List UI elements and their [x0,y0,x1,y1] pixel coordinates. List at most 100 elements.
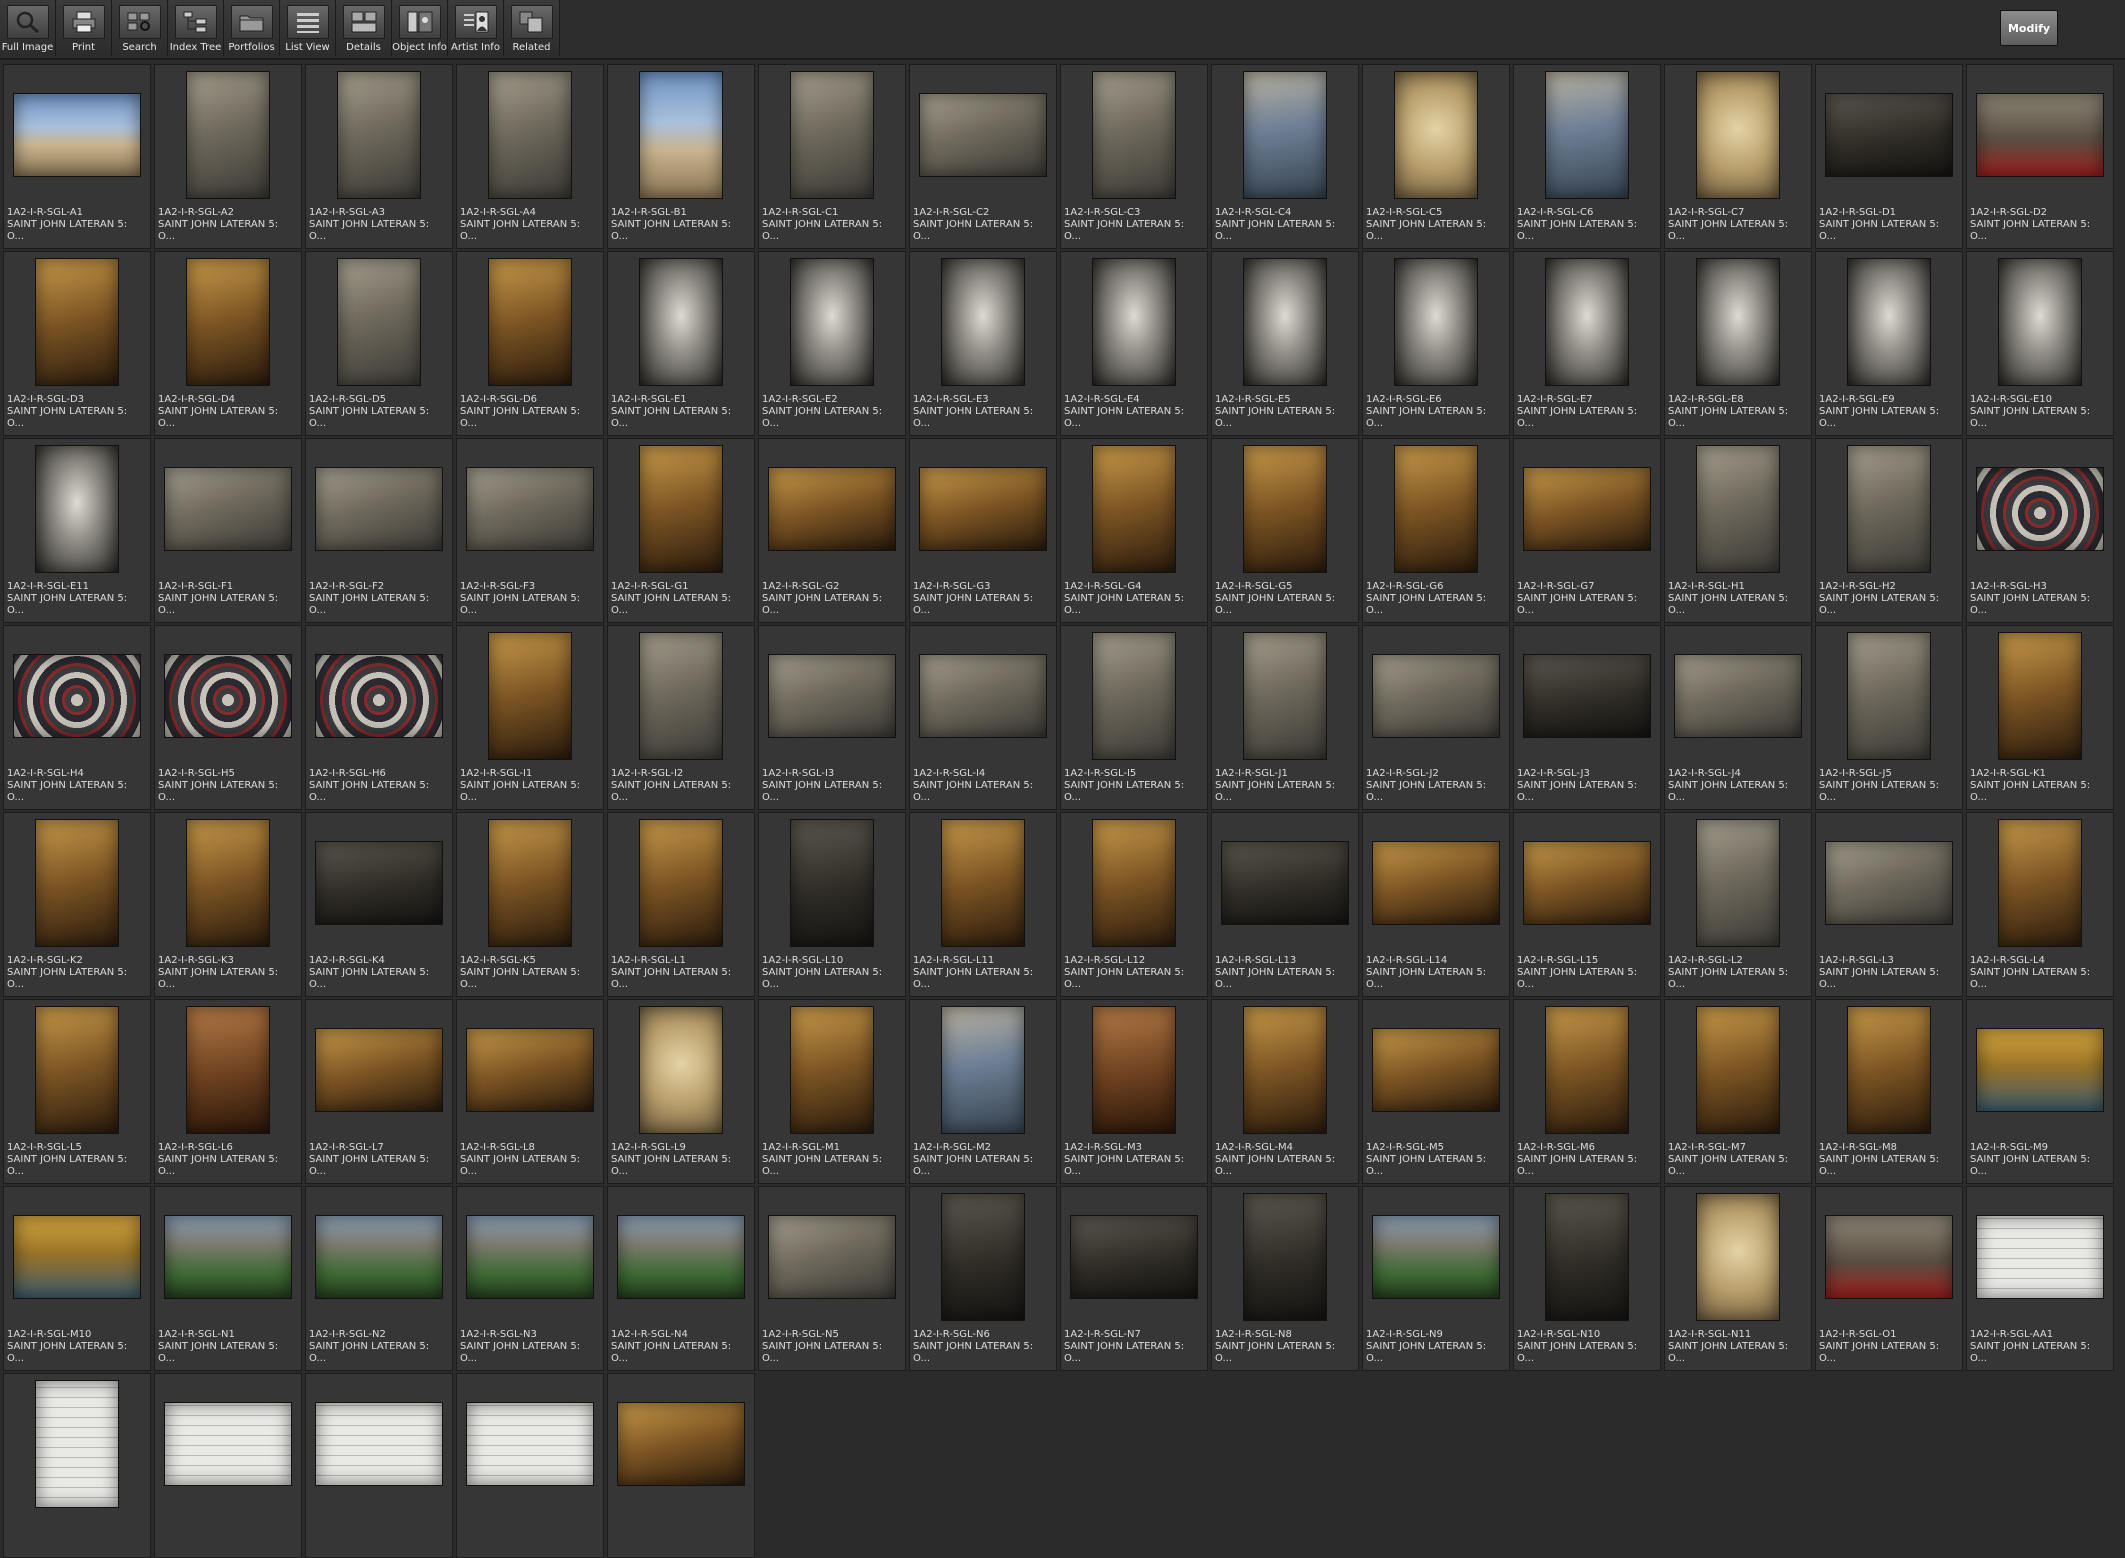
thumbnail-image[interactable] [1674,654,1802,738]
thumbnail-cell[interactable]: 1A2-I-R-SGL-E5 SAINT JOHN LATERAN 5: O... [1211,251,1359,436]
thumbnail-image[interactable] [164,654,292,738]
thumbnail-image[interactable] [1243,445,1327,573]
thumbnail-image[interactable] [315,841,443,925]
thumbnail-image[interactable] [1372,841,1500,925]
thumbnail-cell[interactable] [456,1373,604,1558]
thumbnail-cell[interactable]: 1A2-I-R-SGL-I2 SAINT JOHN LATERAN 5: O... [607,625,755,810]
thumbnail-cell[interactable]: 1A2-I-R-SGL-H3 SAINT JOHN LATERAN 5: O... [1966,438,2114,623]
thumbnail-cell[interactable]: 1A2-I-R-SGL-C1 SAINT JOHN LATERAN 5: O... [758,64,906,249]
thumbnail-cell[interactable]: 1A2-I-R-SGL-A4 SAINT JOHN LATERAN 5: O... [456,64,604,249]
thumbnail-cell[interactable]: 1A2-I-R-SGL-N6 SAINT JOHN LATERAN 5: O... [909,1186,1057,1371]
thumbnail-cell[interactable]: 1A2-I-R-SGL-E3 SAINT JOHN LATERAN 5: O... [909,251,1057,436]
thumbnail-image[interactable] [790,1006,874,1134]
thumbnail-image[interactable] [315,467,443,551]
thumbnail-cell[interactable]: 1A2-I-R-SGL-L7 SAINT JOHN LATERAN 5: O... [305,999,453,1184]
thumbnail-image[interactable] [1092,445,1176,573]
thumbnail-cell[interactable]: 1A2-I-R-SGL-M8 SAINT JOHN LATERAN 5: O... [1815,999,1963,1184]
thumbnail-cell[interactable]: 1A2-I-R-SGL-D1 SAINT JOHN LATERAN 5: O... [1815,64,1963,249]
thumbnail-image[interactable] [1243,71,1327,199]
thumbnail-cell[interactable]: 1A2-I-R-SGL-L5 SAINT JOHN LATERAN 5: O... [3,999,151,1184]
thumbnail-cell[interactable]: 1A2-I-R-SGL-D6 SAINT JOHN LATERAN 5: O... [456,251,604,436]
thumbnail-cell[interactable]: 1A2-I-R-SGL-M7 SAINT JOHN LATERAN 5: O... [1664,999,1812,1184]
thumbnail-cell[interactable]: 1A2-I-R-SGL-D5 SAINT JOHN LATERAN 5: O... [305,251,453,436]
thumbnail-cell[interactable]: 1A2-I-R-SGL-N4 SAINT JOHN LATERAN 5: O... [607,1186,755,1371]
thumbnail-image[interactable] [1243,1193,1327,1321]
thumbnail-image[interactable] [186,71,270,199]
thumbnail-image[interactable] [790,819,874,947]
thumbnail-image[interactable] [1976,1215,2104,1299]
thumbnail-image[interactable] [1243,258,1327,386]
thumbnail-cell[interactable]: 1A2-I-R-SGL-N2 SAINT JOHN LATERAN 5: O... [305,1186,453,1371]
thumbnail-cell[interactable]: 1A2-I-R-SGL-C4 SAINT JOHN LATERAN 5: O... [1211,64,1359,249]
thumbnail-cell[interactable]: 1A2-I-R-SGL-G6 SAINT JOHN LATERAN 5: O... [1362,438,1510,623]
thumbnail-cell[interactable]: 1A2-I-R-SGL-H4 SAINT JOHN LATERAN 5: O... [3,625,151,810]
thumbnail-image[interactable] [617,1215,745,1299]
modify-button[interactable]: Modify [2000,10,2058,46]
thumbnail-image[interactable] [1523,654,1651,738]
thumbnail-cell[interactable]: 1A2-I-R-SGL-N8 SAINT JOHN LATERAN 5: O... [1211,1186,1359,1371]
thumbnail-image[interactable] [1243,1006,1327,1134]
thumbnail-image[interactable] [1696,258,1780,386]
thumbnail-image[interactable] [1847,445,1931,573]
thumbnail-cell[interactable]: 1A2-I-R-SGL-O1 SAINT JOHN LATERAN 5: O... [1815,1186,1963,1371]
thumbnail-cell[interactable]: 1A2-I-R-SGL-N3 SAINT JOHN LATERAN 5: O... [456,1186,604,1371]
thumbnail-image[interactable] [1825,1215,1953,1299]
thumbnail-image[interactable] [1696,71,1780,199]
thumbnail-cell[interactable]: 1A2-I-R-SGL-J1 SAINT JOHN LATERAN 5: O... [1211,625,1359,810]
thumbnail-image[interactable] [639,445,723,573]
details-button[interactable]: Details [336,0,392,56]
thumbnail-image[interactable] [1523,467,1651,551]
thumbnail-image[interactable] [1825,841,1953,925]
thumbnail-image[interactable] [919,654,1047,738]
thumbnail-image[interactable] [790,71,874,199]
thumbnail-cell[interactable]: 1A2-I-R-SGL-K5 SAINT JOHN LATERAN 5: O... [456,812,604,997]
thumbnail-cell[interactable]: 1A2-I-R-SGL-L11 SAINT JOHN LATERAN 5: O... [909,812,1057,997]
thumbnail-image[interactable] [186,1006,270,1134]
thumbnail-image[interactable] [1070,1215,1198,1299]
thumbnail-cell[interactable]: 1A2-I-R-SGL-G4 SAINT JOHN LATERAN 5: O... [1060,438,1208,623]
artist-info-button[interactable]: Artist Info [448,0,504,56]
thumbnail-cell[interactable]: 1A2-I-R-SGL-N10 SAINT JOHN LATERAN 5: O... [1513,1186,1661,1371]
thumbnail-cell[interactable]: 1A2-I-R-SGL-K4 SAINT JOHN LATERAN 5: O... [305,812,453,997]
thumbnail-image[interactable] [1545,71,1629,199]
thumbnail-image[interactable] [1221,841,1349,925]
thumbnail-image[interactable] [315,1402,443,1486]
thumbnail-cell[interactable]: 1A2-I-R-SGL-I3 SAINT JOHN LATERAN 5: O... [758,625,906,810]
related-button[interactable]: Related [504,0,560,56]
thumbnail-cell[interactable]: 1A2-I-R-SGL-L10 SAINT JOHN LATERAN 5: O... [758,812,906,997]
thumbnail-image[interactable] [1092,632,1176,760]
thumbnail-image[interactable] [13,93,141,177]
index-tree-button[interactable]: Index Tree [168,0,224,56]
thumbnail-image[interactable] [617,1402,745,1486]
thumbnail-cell[interactable]: 1A2-I-R-SGL-L6 SAINT JOHN LATERAN 5: O... [154,999,302,1184]
thumbnail-image[interactable] [337,71,421,199]
thumbnail-image[interactable] [941,258,1025,386]
thumbnail-image[interactable] [186,258,270,386]
thumbnail-cell[interactable] [154,1373,302,1558]
thumbnail-image[interactable] [466,1215,594,1299]
thumbnail-image[interactable] [466,467,594,551]
thumbnail-cell[interactable]: 1A2-I-R-SGL-L14 SAINT JOHN LATERAN 5: O... [1362,812,1510,997]
thumbnail-cell[interactable]: 1A2-I-R-SGL-E11 SAINT JOHN LATERAN 5: O... [3,438,151,623]
thumbnail-cell[interactable]: 1A2-I-R-SGL-A2 SAINT JOHN LATERAN 5: O... [154,64,302,249]
thumbnail-cell[interactable]: 1A2-I-R-SGL-H2 SAINT JOHN LATERAN 5: O... [1815,438,1963,623]
thumbnail-image[interactable] [466,1402,594,1486]
thumbnail-cell[interactable]: 1A2-I-R-SGL-L3 SAINT JOHN LATERAN 5: O... [1815,812,1963,997]
thumbnail-image[interactable] [1372,1028,1500,1112]
print-button[interactable]: Print [56,0,112,56]
thumbnail-image[interactable] [315,1215,443,1299]
thumbnail-cell[interactable]: 1A2-I-R-SGL-E9 SAINT JOHN LATERAN 5: O... [1815,251,1963,436]
thumbnail-image[interactable] [1825,93,1953,177]
thumbnail-cell[interactable] [3,1373,151,1558]
thumbnail-image[interactable] [1976,467,2104,551]
thumbnail-cell[interactable]: 1A2-I-R-SGL-L8 SAINT JOHN LATERAN 5: O... [456,999,604,1184]
thumbnail-cell[interactable]: 1A2-I-R-SGL-M4 SAINT JOHN LATERAN 5: O... [1211,999,1359,1184]
thumbnail-cell[interactable]: 1A2-I-R-SGL-D4 SAINT JOHN LATERAN 5: O... [154,251,302,436]
thumbnail-image[interactable] [1372,654,1500,738]
thumbnail-image[interactable] [1696,445,1780,573]
thumbnail-image[interactable] [639,258,723,386]
thumbnail-cell[interactable]: 1A2-I-R-SGL-E2 SAINT JOHN LATERAN 5: O... [758,251,906,436]
thumbnail-cell[interactable]: 1A2-I-R-SGL-L9 SAINT JOHN LATERAN 5: O... [607,999,755,1184]
thumbnail-image[interactable] [35,1380,119,1508]
thumbnail-cell[interactable]: 1A2-I-R-SGL-M9 SAINT JOHN LATERAN 5: O... [1966,999,2114,1184]
